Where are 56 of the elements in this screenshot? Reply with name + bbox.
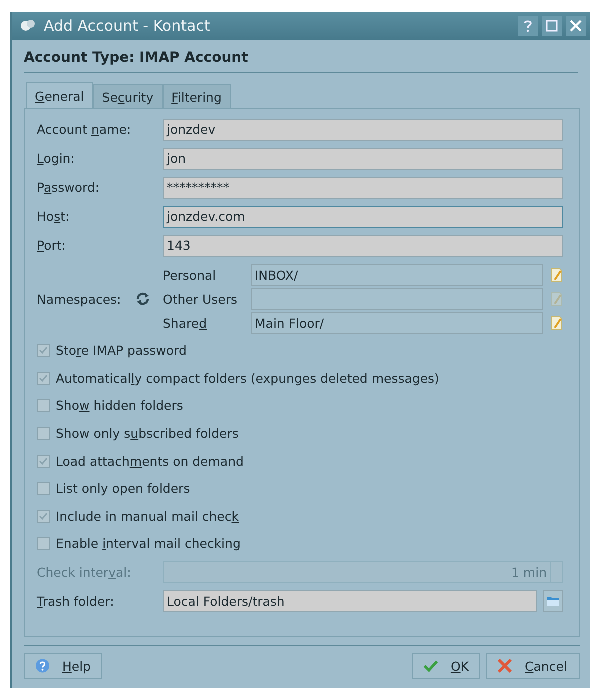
checkbox-label: Enable interval mail checking <box>56 536 241 552</box>
field-label: Password: <box>37 180 101 195</box>
edit-icon[interactable] <box>551 316 563 330</box>
folder-icon <box>546 595 560 608</box>
checkbox[interactable] <box>37 427 50 440</box>
field-label: Check interval: <box>37 564 132 580</box>
cancel-button[interactable]: Cancel <box>486 653 580 679</box>
checkbox-label: List only open folders <box>56 481 190 496</box>
account-type-heading: Account Type: IMAP Account <box>24 50 578 73</box>
checkbox[interactable] <box>37 344 50 358</box>
input-field[interactable]: jonzdev <box>163 118 563 140</box>
field-label: Host: <box>37 209 71 224</box>
maximize-button[interactable] <box>542 16 562 36</box>
ok-button[interactable]: OK <box>412 653 480 679</box>
input-field[interactable]: ********** <box>163 176 563 198</box>
check-icon <box>423 658 439 674</box>
help-button[interactable] <box>518 16 538 36</box>
checkbox[interactable] <box>37 399 50 412</box>
cross-icon <box>497 658 513 674</box>
checkbox-label: Show hidden folders <box>56 398 184 414</box>
tab[interactable]: General <box>26 82 94 108</box>
refresh-icon[interactable] <box>135 291 151 307</box>
input-field[interactable]: Main Floor/ <box>251 312 543 334</box>
field-label: Namespaces: <box>37 292 122 306</box>
edit-icon[interactable] <box>551 268 563 282</box>
checkbox-label: Show only subscribed folders <box>56 426 239 442</box>
field-label: Account name: <box>37 122 132 137</box>
tab[interactable]: Filtering <box>162 84 231 108</box>
input-field[interactable]: 143 <box>163 234 563 256</box>
checkbox[interactable] <box>37 510 50 523</box>
help-icon <box>35 658 50 674</box>
help-button[interactable]: Help <box>24 653 102 679</box>
field-label: Port: <box>37 238 67 253</box>
namespace-label: Shared <box>163 316 208 330</box>
input-field[interactable]: jonzdev.com <box>163 206 563 228</box>
checkbox-label: Include in manual mail check <box>56 508 239 524</box>
input-field[interactable]: Local Folders/trash <box>163 590 537 612</box>
window-title: Add Account - Kontact <box>44 17 212 35</box>
app-icon <box>20 18 36 34</box>
field-label: Login: <box>37 151 76 166</box>
checkbox[interactable] <box>37 372 50 385</box>
checkbox[interactable] <box>37 537 50 550</box>
input-field[interactable] <box>251 288 543 310</box>
input-field[interactable]: INBOX/ <box>251 264 543 286</box>
checkbox-label: Load attachments on demand <box>56 454 244 469</box>
checkbox-label: Automatically compact folders (expunges deleted messages) <box>56 370 440 386</box>
checkbox[interactable] <box>37 482 50 496</box>
close-button[interactable] <box>566 16 586 36</box>
checkbox-label: Store IMAP password <box>56 343 187 358</box>
namespace-label: Other Users <box>163 292 238 306</box>
namespace-label: Personal <box>163 268 218 282</box>
field-label: Trash folder: <box>37 594 116 609</box>
tab[interactable]: Security <box>93 84 163 108</box>
input-field[interactable]: jon <box>163 148 563 170</box>
checkbox[interactable] <box>37 454 50 468</box>
browse-button[interactable] <box>543 590 563 612</box>
